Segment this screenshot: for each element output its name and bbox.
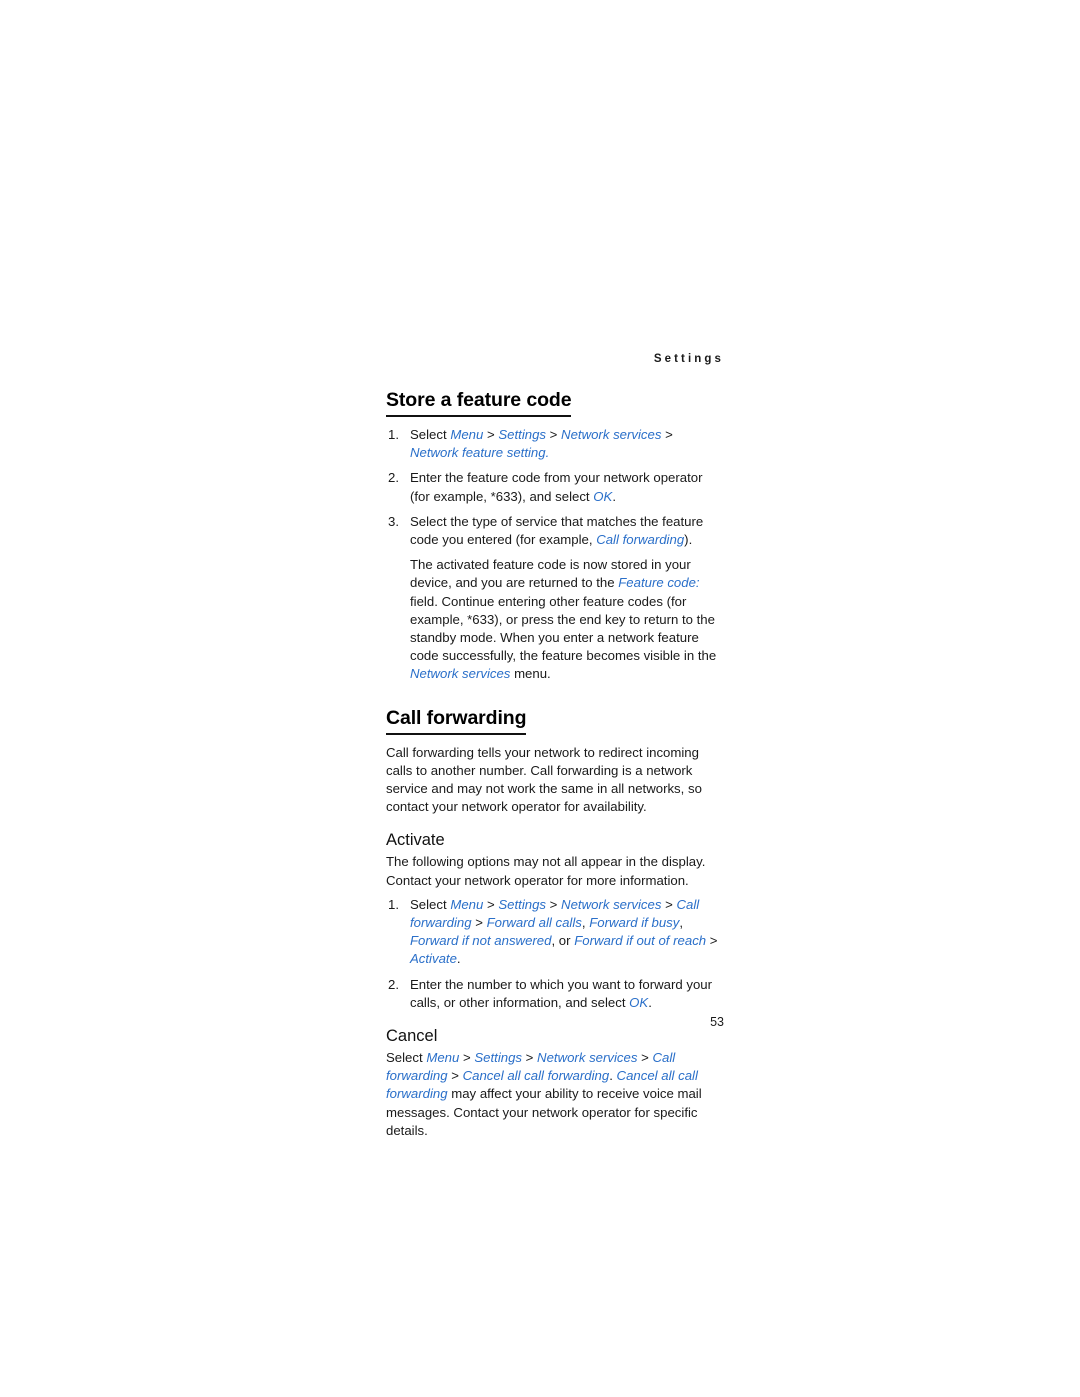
path-separator: >: [661, 427, 673, 442]
ui-option-forward-if-out-of-reach: Forward if out of reach: [574, 933, 707, 949]
ui-path-network-feature-setting: Network feature setting: [410, 445, 546, 461]
cancel-paragraph: Select Menu > Settings > Network service…: [386, 1049, 724, 1140]
path-separator: >: [483, 896, 499, 912]
ui-path-cancel-all-call-forwarding: Cancel all call forwarding: [462, 1068, 610, 1084]
ui-path-feature-code-field: Feature code:: [618, 575, 700, 591]
list-item: 2. Enter the feature code from your netwo…: [386, 469, 724, 505]
step-number: 2.: [388, 976, 399, 992]
continuation-part-2: field. Continue entering other feature c…: [410, 593, 717, 664]
ui-path-network-services: Network services: [561, 896, 662, 912]
heading-call-forwarding: Call forwarding: [386, 706, 724, 735]
continuation-part-3: menu.: [510, 666, 551, 682]
step-number: 3.: [388, 513, 399, 529]
cancel-text-mid: .: [609, 1068, 617, 1084]
step-text-lead: Enter the number to which you want to fo…: [410, 976, 712, 1010]
ui-path-settings: Settings: [498, 896, 547, 912]
step-text-tail: .: [545, 445, 550, 461]
call-forwarding-intro-paragraph: Call forwarding tells your network to re…: [386, 744, 702, 815]
ui-path-menu: Menu: [450, 427, 484, 442]
ui-path-network-services: Network services: [537, 1050, 638, 1066]
path-separator: >: [447, 1068, 463, 1084]
ui-path-ok: OK: [593, 488, 613, 504]
list-item: 2. Enter the number to which you want to …: [386, 976, 724, 1012]
step-text-tail: ).: [684, 532, 693, 548]
ui-path-menu: Menu: [450, 896, 484, 912]
ui-path-menu: Menu: [426, 1050, 460, 1066]
path-separator: >: [471, 915, 487, 931]
heading-store-a-feature-code-text: Store a feature code: [386, 388, 572, 417]
list-item: 1. Select Menu > Settings > Network servi…: [386, 426, 724, 462]
store-feature-code-steps: 1. Select Menu > Settings > Network servi…: [386, 426, 724, 684]
heading-store-a-feature-code: Store a feature code: [386, 388, 724, 417]
ui-path-network-services: Network services: [561, 427, 662, 442]
ui-option-forward-all-calls: Forward all calls: [486, 915, 582, 931]
list-item: 1. Select Menu > Settings > Network servi…: [386, 896, 724, 969]
option-conjunction: , or: [551, 933, 575, 949]
path-separator: >: [459, 1050, 475, 1066]
path-separator: >: [637, 1050, 653, 1066]
path-separator: >: [546, 896, 562, 912]
ui-path-settings: Settings: [474, 1050, 523, 1066]
ui-option-forward-if-busy: Forward if busy: [589, 915, 680, 931]
cancel-text-lead: Select: [386, 1050, 427, 1066]
step-number: 1.: [388, 427, 399, 442]
step-text-tail: .: [648, 994, 652, 1010]
document-page: Settings Store a feature code 1. Select M…: [0, 0, 1080, 1397]
ui-path-network-services: Network services: [410, 666, 511, 682]
path-separator: >: [546, 427, 562, 442]
ui-option-forward-if-not-answered: Forward if not answered: [410, 933, 552, 949]
ui-option-activate: Activate: [410, 951, 457, 967]
path-separator: >: [483, 427, 499, 442]
activate-steps: 1. Select Menu > Settings > Network servi…: [386, 896, 724, 1012]
ui-path-settings: Settings: [498, 427, 547, 442]
step-text-lead: Enter the feature code from your network…: [410, 470, 703, 504]
path-separator: >: [522, 1050, 538, 1066]
page-number: 53: [710, 1015, 724, 1029]
activate-intro-paragraph: The following options may not all appear…: [386, 854, 706, 888]
heading-activate: Activate: [386, 831, 445, 850]
ui-path-call-forwarding: Call forwarding: [596, 532, 685, 548]
step-text-tail: .: [612, 488, 616, 504]
step-text-lead: Select: [410, 896, 451, 912]
list-item: 3. Select the type of service that matche…: [386, 513, 724, 684]
step-number: 2.: [388, 470, 399, 486]
running-head: Settings: [653, 353, 724, 365]
step-continuation-paragraph: The activated feature code is now stored…: [410, 556, 724, 683]
heading-call-forwarding-text: Call forwarding: [386, 706, 527, 735]
ui-path-ok: OK: [629, 994, 649, 1010]
path-separator: >: [706, 933, 718, 949]
step-text-lead: Select: [410, 427, 451, 442]
option-separator: ,: [679, 915, 684, 931]
step-text-tail: .: [456, 951, 461, 967]
step-number: 1.: [388, 896, 399, 912]
path-separator: >: [661, 896, 677, 912]
